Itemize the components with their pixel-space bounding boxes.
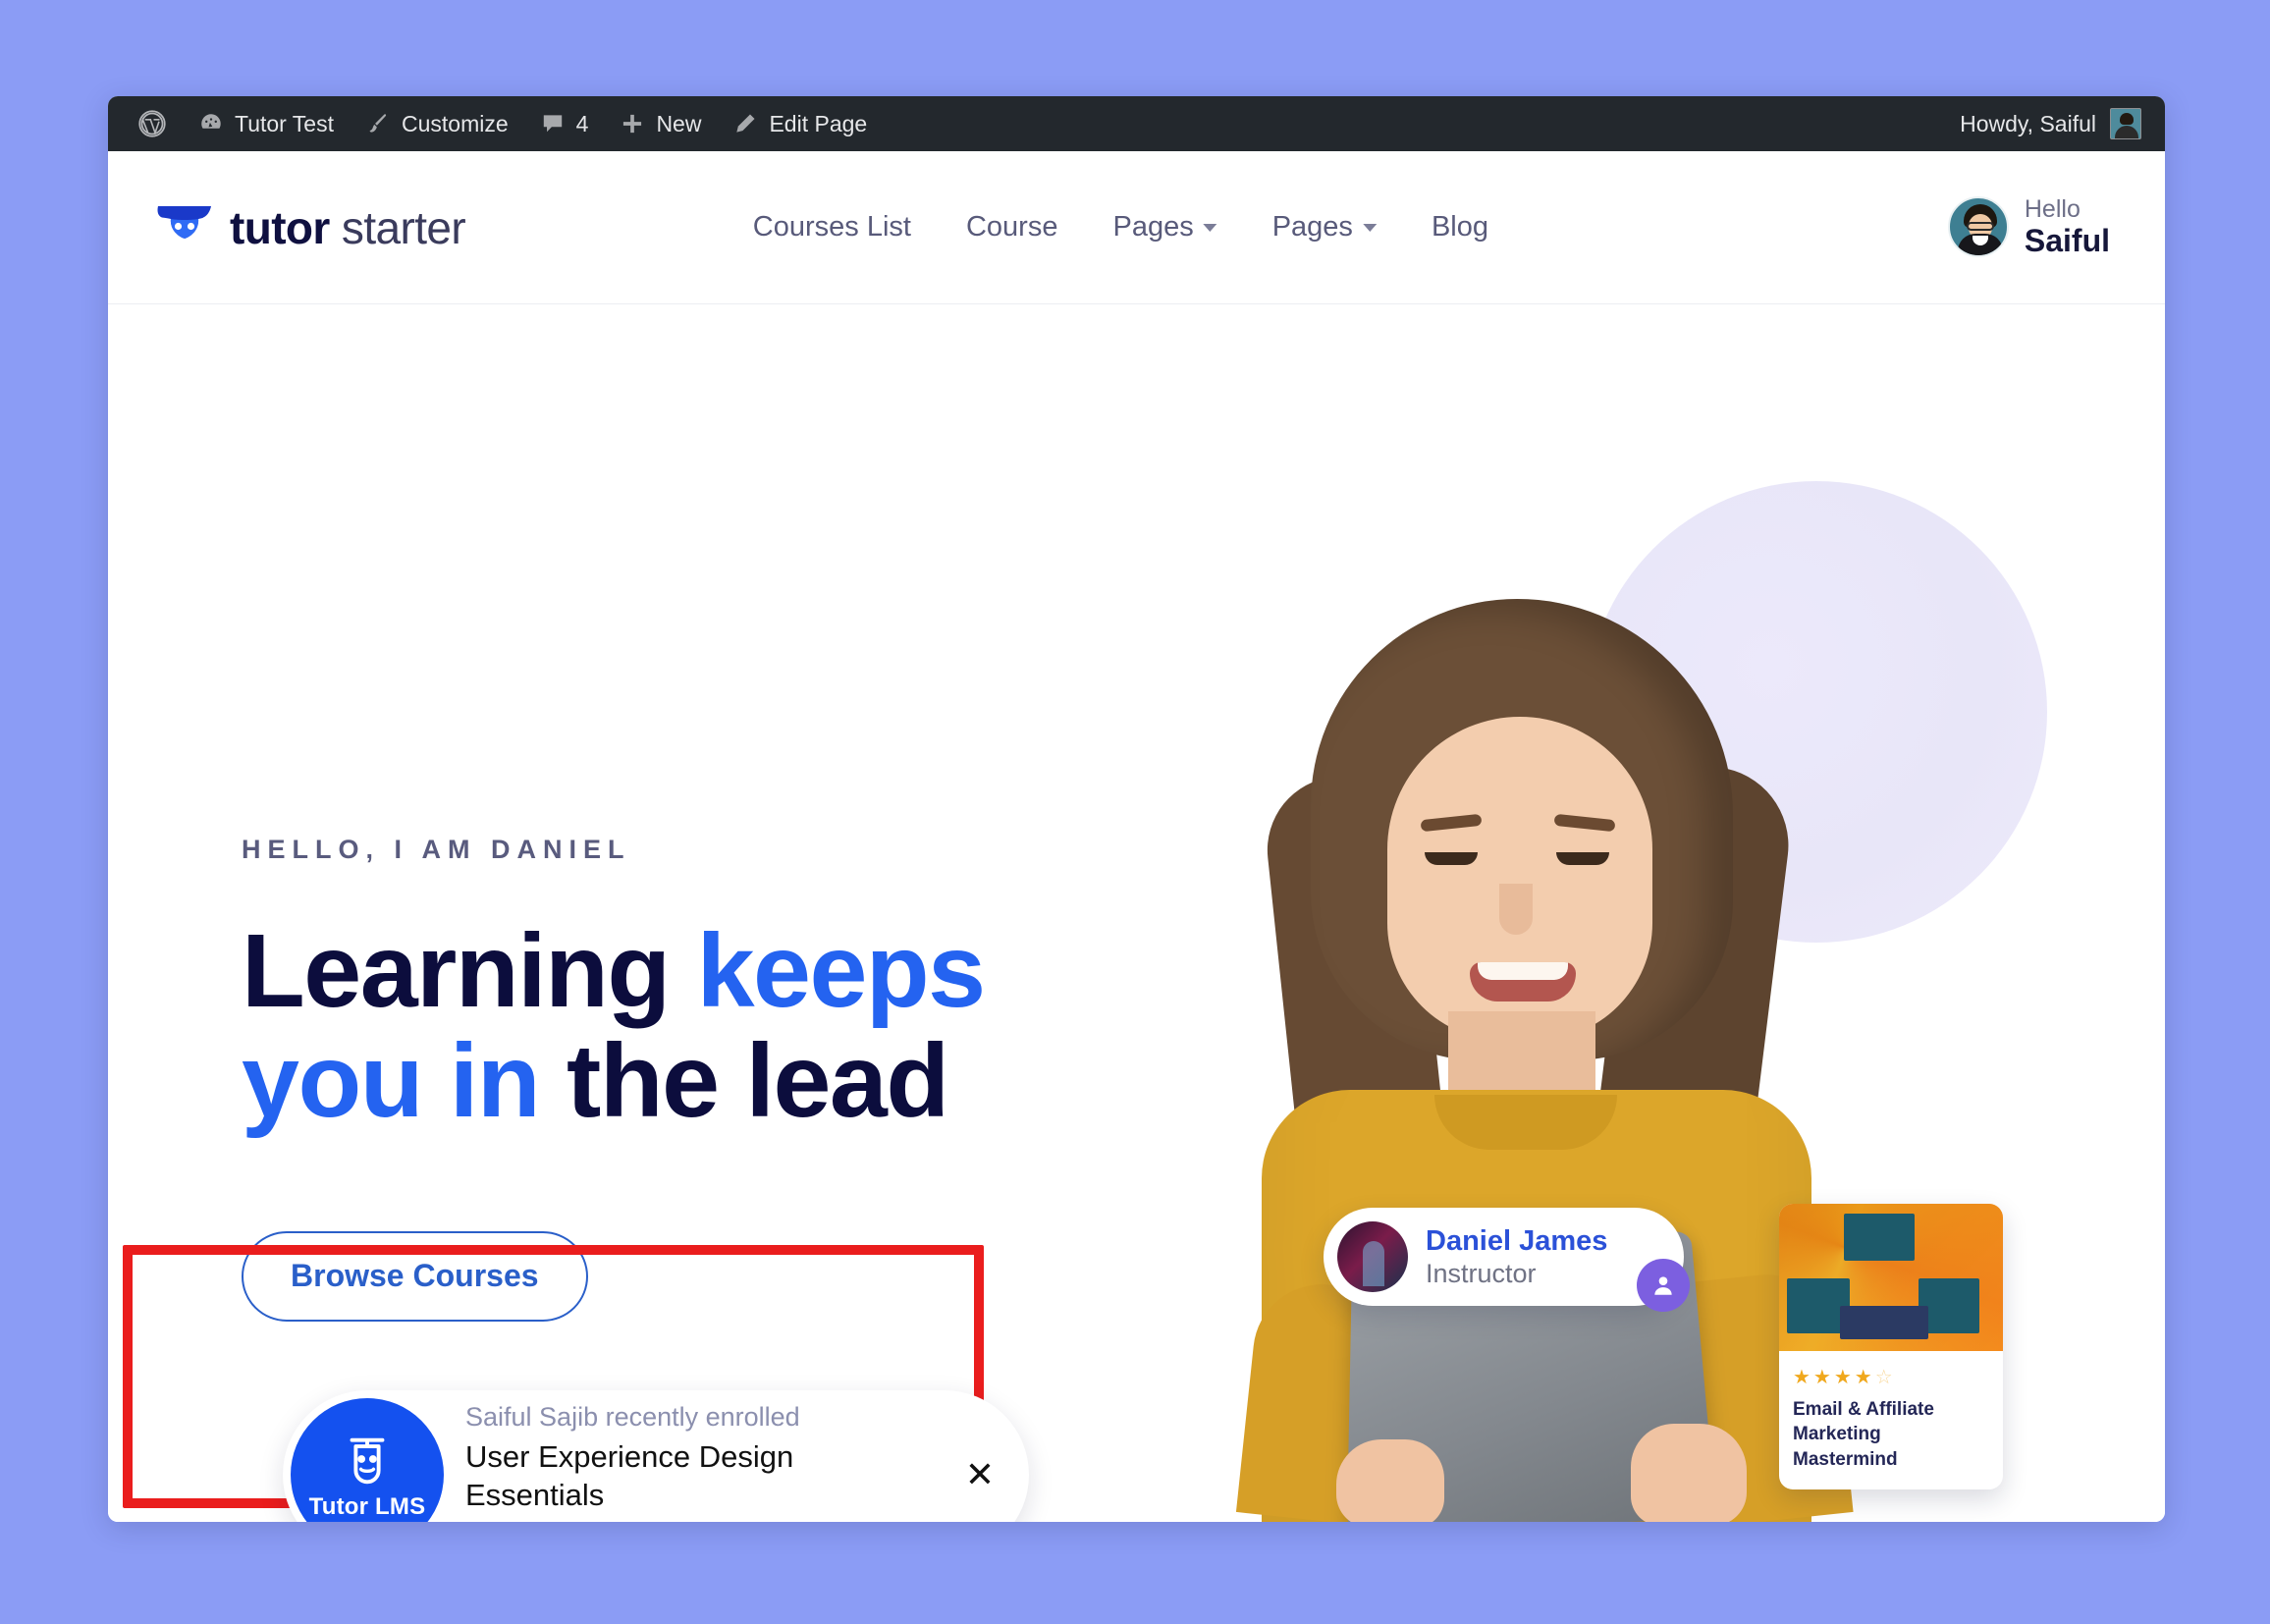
notification-body: Saiful Sajib recently enrolled User Expe… xyxy=(465,1400,935,1522)
brand-bold: tutor xyxy=(230,202,330,253)
nav-item-courses-list[interactable]: Courses List xyxy=(726,201,939,253)
admin-bar-comment-count: 4 xyxy=(576,111,589,137)
nav-item-pages-1[interactable]: Pages xyxy=(1085,201,1244,253)
chevron-down-icon xyxy=(1363,224,1377,232)
notification-by-text: by xyxy=(668,1519,692,1522)
instructor-name: Daniel James xyxy=(1426,1224,1607,1258)
course-rating-stars: ★★★★☆ xyxy=(1793,1365,1989,1389)
instructor-info: Daniel James Instructor xyxy=(1426,1224,1607,1290)
instructor-avatar xyxy=(1337,1221,1408,1292)
main-navigation: Courses List Course Pages Pages Blog xyxy=(726,201,1516,253)
comment-icon xyxy=(540,111,566,136)
brand-light: starter xyxy=(330,202,465,253)
instructor-card[interactable]: Daniel James Instructor xyxy=(1324,1208,1684,1306)
hero-eyebrow: HELLO, I AM DANIEL xyxy=(242,835,1184,865)
user-greeting: Hello xyxy=(2025,195,2110,224)
admin-bar-item-edit-page[interactable]: Edit Page xyxy=(717,96,883,151)
notification-course-title[interactable]: User Experience Design Essentials xyxy=(465,1437,935,1515)
hero-title-highlight2: you in xyxy=(242,1023,539,1139)
tutor-lms-owl-icon: Tutor LMS xyxy=(291,1398,444,1522)
admin-bar-customize-label: Customize xyxy=(402,111,509,137)
plus-icon xyxy=(620,111,645,136)
admin-bar-item-customize[interactable]: Customize xyxy=(350,96,524,151)
wordpress-icon xyxy=(137,109,167,138)
nav-label: Pages xyxy=(1272,211,1353,244)
dashboard-icon xyxy=(198,111,224,136)
nav-label: Blog xyxy=(1432,211,1488,244)
admin-bar-new-label: New xyxy=(656,111,701,137)
nav-label: Pages xyxy=(1112,211,1193,244)
notificationx-brand[interactable]: NotificationX xyxy=(700,1519,845,1522)
course-thumbnail xyxy=(1779,1204,2003,1351)
nav-item-pages-2[interactable]: Pages xyxy=(1245,201,1404,253)
wordpress-logo-button[interactable] xyxy=(122,96,183,151)
course-card-title: Email & Affiliate Marketing Mastermind xyxy=(1793,1397,1989,1472)
admin-bar-account[interactable]: Howdy, Saiful xyxy=(1960,96,2141,151)
admin-bar-site-label: Tutor Test xyxy=(235,111,334,137)
site-header: tutor starter Courses List Course Pages … xyxy=(108,151,2165,304)
admin-bar-edit-page-label: Edit Page xyxy=(769,111,867,137)
notification-time: 12 minutes ago xyxy=(465,1519,626,1522)
notificationx-bell-icon xyxy=(634,1521,660,1522)
admin-bar-avatar xyxy=(2110,108,2141,139)
header-user-menu[interactable]: Hello Saiful xyxy=(1948,195,2110,260)
user-name: Saiful xyxy=(2025,223,2110,259)
admin-bar-item-comments[interactable]: 4 xyxy=(524,96,605,151)
course-card-body: ★★★★☆ Email & Affiliate Marketing Master… xyxy=(1779,1351,2003,1489)
course-card[interactable]: ★★★★☆ Email & Affiliate Marketing Master… xyxy=(1779,1204,2003,1489)
person-icon xyxy=(1637,1259,1690,1312)
admin-bar-item-new[interactable]: New xyxy=(604,96,717,151)
paintbrush-icon xyxy=(365,111,391,136)
notification-meta: 12 minutes ago by NotificationX xyxy=(465,1519,935,1522)
nav-label: Courses List xyxy=(753,211,911,244)
course-title-line1: Email & Affiliate xyxy=(1793,1399,1934,1420)
close-icon[interactable]: ✕ xyxy=(956,1451,1003,1498)
hero-title-highlight1: keeps xyxy=(697,913,985,1029)
nav-label: Course xyxy=(966,211,1058,244)
header-user-meta: Hello Saiful xyxy=(2025,195,2110,260)
nav-item-blog[interactable]: Blog xyxy=(1404,201,1516,253)
notification-subject: Saiful Sajib recently enrolled xyxy=(465,1400,935,1435)
admin-bar-howdy-label: Howdy, Saiful xyxy=(1960,111,2096,137)
hero-title-part1: Learning xyxy=(242,913,697,1029)
course-title-line2: Marketing Mastermind xyxy=(1793,1424,1898,1469)
avatar xyxy=(1948,196,2009,257)
admin-bar-item-site[interactable]: Tutor Test xyxy=(183,96,350,151)
tutor-owl-icon xyxy=(155,203,214,251)
hero-title: Learning keeps you in the lead xyxy=(242,916,1184,1137)
pencil-icon xyxy=(732,111,758,136)
chevron-down-icon xyxy=(1204,224,1217,232)
nav-item-course[interactable]: Course xyxy=(939,201,1086,253)
site-logo-link[interactable]: tutor starter xyxy=(155,201,465,254)
wp-admin-bar: Tutor Test Customize 4 New Edit Page How… xyxy=(108,96,2165,151)
instructor-role: Instructor xyxy=(1426,1258,1607,1289)
tutor-lms-label: Tutor LMS xyxy=(309,1493,426,1521)
site-title: tutor starter xyxy=(230,201,465,254)
notificationx-popup[interactable]: Tutor LMS Saiful Sajib recently enrolled… xyxy=(283,1390,1029,1522)
hero-title-part2: the lead xyxy=(539,1023,948,1139)
